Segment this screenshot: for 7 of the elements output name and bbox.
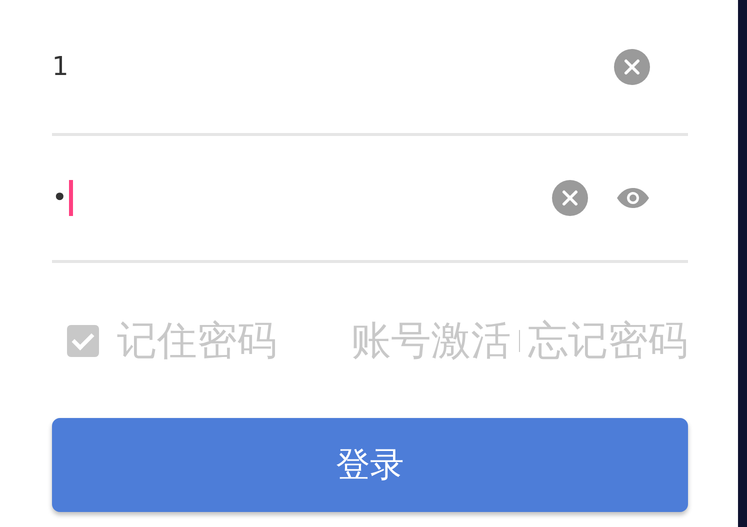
username-field[interactable]: 1 [52, 44, 586, 88]
checkbox[interactable] [67, 324, 99, 356]
eye-icon[interactable] [616, 187, 650, 209]
clear-icon[interactable] [614, 48, 650, 84]
clear-icon[interactable] [552, 180, 588, 216]
login-button[interactable]: 登录 [52, 418, 688, 512]
password-field[interactable]: • [52, 176, 524, 220]
